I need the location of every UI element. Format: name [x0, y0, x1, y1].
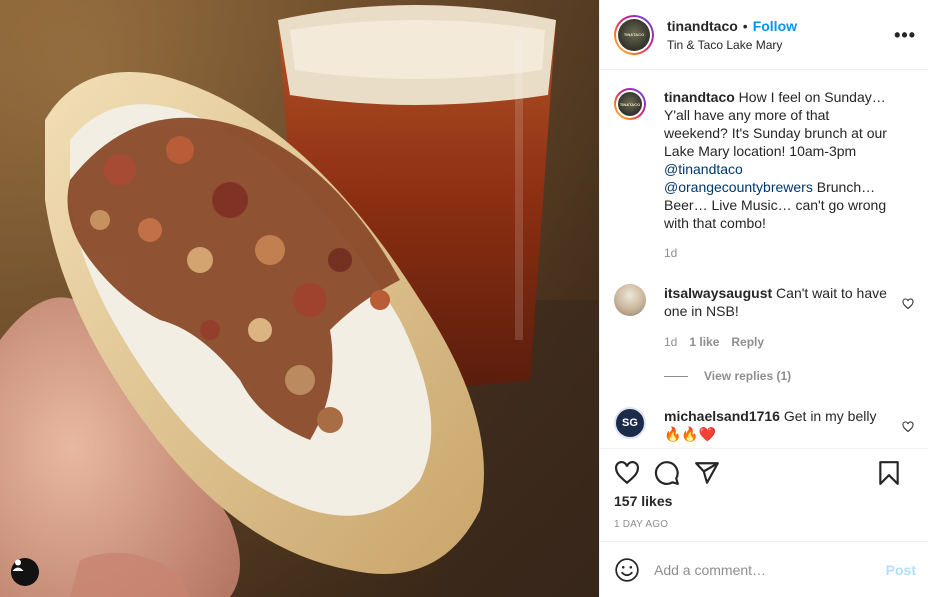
comment-input[interactable]: Add a comment… [654, 562, 766, 578]
emoji-icon[interactable] [614, 557, 640, 583]
commenter-avatar[interactable]: SG [614, 407, 646, 439]
comment-row: itsalwaysaugust Can't wait to have one i… [614, 284, 914, 351]
comment-time: 1d [664, 335, 678, 349]
commenter-avatar[interactable] [614, 284, 646, 316]
caption-logo: TIN&TACO [618, 92, 642, 116]
mention-orangecountybrewers[interactable]: @orangecountybrewers [664, 179, 813, 195]
header-username[interactable]: tinandtaco [667, 18, 738, 34]
comment-username[interactable]: michaelsand1716 [664, 408, 780, 424]
comments-section: TIN&TACO tinandtaco How I feel on Sunday… [600, 70, 928, 448]
sg-logo-mark: SG [622, 417, 638, 429]
comment-text: Get in my belly [783, 408, 877, 424]
view-replies-label: View replies (1) [704, 369, 792, 383]
more-options-icon[interactable]: ••• [894, 25, 916, 46]
post-header: TIN&TACO tinandtaco • Follow Tin & Taco … [600, 0, 928, 70]
comment-body: michaelsand1716 Get in my belly 🔥🔥❤️ [664, 407, 894, 443]
user-tag-icon[interactable] [11, 558, 39, 586]
caption-avatar[interactable]: TIN&TACO [614, 88, 646, 120]
account-avatar[interactable]: TIN&TACO [614, 14, 654, 55]
caption-row: TIN&TACO tinandtaco How I feel on Sunday… [614, 88, 914, 262]
post-comment-button[interactable]: Post [886, 562, 916, 578]
post-timestamp: 1 DAY AGO [614, 519, 669, 530]
share-icon[interactable] [694, 460, 720, 486]
replies-line [664, 375, 688, 377]
person-glyph [12, 559, 24, 571]
food-photo-illustration [0, 0, 599, 597]
comment-emoji: 🔥🔥❤️ [664, 426, 717, 442]
caption-time: 1d [664, 246, 678, 260]
comment-like-heart-icon[interactable] [902, 421, 914, 433]
follow-button[interactable]: Follow [753, 18, 797, 34]
view-replies-button[interactable]: View replies (1) [664, 369, 914, 383]
caption-username[interactable]: tinandtaco [664, 89, 735, 105]
comment-row: SG michaelsand1716 Get in my belly 🔥🔥❤️ [614, 407, 914, 443]
comment-icon[interactable] [654, 460, 680, 486]
location-link[interactable]: Tin & Taco Lake Mary [667, 38, 797, 52]
caption-body: tinandtaco How I feel on Sunday… Y'all h… [664, 88, 894, 262]
comment-username[interactable]: itsalwaysaugust [664, 285, 772, 301]
tin-taco-logo: TIN&TACO [618, 18, 650, 51]
reply-button[interactable]: Reply [731, 333, 764, 351]
post-side-panel: TIN&TACO tinandtaco • Follow Tin & Taco … [599, 0, 928, 597]
post-actions: 157 likes 1 DAY AGO [600, 448, 928, 541]
post-photo[interactable] [0, 0, 599, 597]
header-separator: • [742, 17, 748, 34]
comment-body: itsalwaysaugust Can't wait to have one i… [664, 284, 894, 351]
comment-like-heart-icon[interactable] [902, 298, 914, 310]
instagram-post: TIN&TACO tinandtaco • Follow Tin & Taco … [0, 0, 928, 597]
mention-tinandtaco[interactable]: @tinandtaco [664, 161, 743, 177]
bookmark-icon[interactable] [876, 460, 902, 486]
like-heart-icon[interactable] [614, 460, 640, 486]
comment-likes[interactable]: 1 like [689, 333, 719, 351]
add-comment-bar: Add a comment… Post [600, 541, 928, 597]
